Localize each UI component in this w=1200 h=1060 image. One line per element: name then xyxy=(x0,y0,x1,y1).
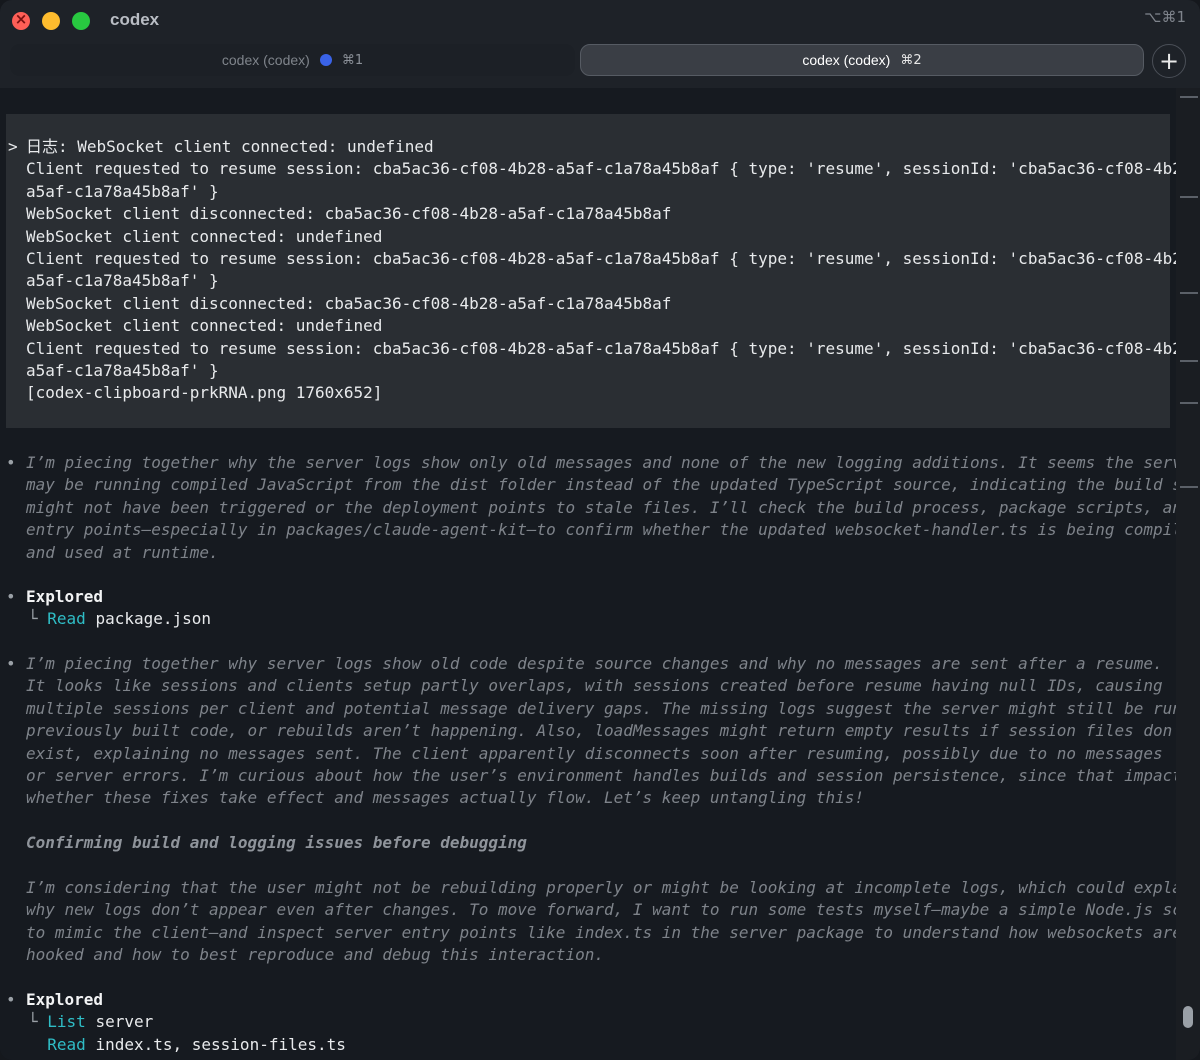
prompt-line: WebSocket client disconnected: cba5ac36-… xyxy=(26,204,672,224)
tab-label: codex (codex) xyxy=(802,52,891,68)
prompt-line: [codex-clipboard-prkRNA.png 1760x652] xyxy=(26,383,383,403)
tool-action: Read xyxy=(47,609,86,629)
user-prompt-block: > 日志: WebSocket client connected: undefi… xyxy=(6,114,1176,428)
reasoning-line: I’m piecing together why server logs sho… xyxy=(26,654,1163,673)
tool-target: server xyxy=(95,1012,154,1032)
new-tab-button[interactable]: + xyxy=(1152,44,1186,78)
reasoning-line: and used at runtime. xyxy=(26,542,219,562)
close-window-button[interactable] xyxy=(12,10,30,30)
tab-shortcut: ⌘2 xyxy=(900,52,922,68)
title-bar: codex ⌥⌘1 codex (codex) ⌘1 codex (codex)… xyxy=(0,0,1200,88)
reasoning-line: why new logs don’t appear even after cha… xyxy=(26,900,1176,920)
prompt-line: WebSocket client connected: undefined xyxy=(26,226,383,246)
terminal-output[interactable]: > 日志: WebSocket client connected: undefi… xyxy=(0,88,1176,1060)
reasoning-line: I’m piecing together why the server logs… xyxy=(26,453,1176,472)
scroll-marker xyxy=(1180,402,1198,404)
reasoning-line: multiple sessions per client and potenti… xyxy=(26,698,1176,718)
tree-branch-icon: └ xyxy=(28,1012,38,1032)
reasoning-line: may be running compiled JavaScript from … xyxy=(26,475,1176,495)
tool-target: package.json xyxy=(95,609,212,629)
reasoning-line: entry points—especially in packages/clau… xyxy=(26,520,1176,540)
reasoning-heading: Confirming build and logging issues befo… xyxy=(26,833,527,853)
scrollbar-track[interactable] xyxy=(1176,88,1200,1060)
prompt-line: Client requested to resume session: cba5… xyxy=(26,338,1176,358)
reasoning-line: I’m considering that the user might not … xyxy=(26,878,1176,897)
reasoning-line: whether these fixes take effect and mess… xyxy=(26,788,865,808)
prompt-line: Client requested to resume session: cba5… xyxy=(26,159,1176,179)
tree-branch-icon: └ xyxy=(28,609,38,629)
prompt-line: a5af-c1a78a45b8af' } xyxy=(26,271,219,291)
reasoning-line: previously built code, or rebuilds aren’… xyxy=(26,721,1176,741)
prompt-line: Client requested to resume session: cba5… xyxy=(26,249,1176,268)
window-title: codex xyxy=(110,10,160,29)
bullet-icon: • xyxy=(6,654,16,673)
prompt-line: WebSocket client disconnected: cba5ac36-… xyxy=(26,293,672,313)
tool-call-row: └ Read package.json xyxy=(28,608,211,630)
tool-call-row: └ List server xyxy=(28,1011,153,1033)
bullet-icon: • xyxy=(6,587,16,606)
reasoning-line: or server errors. I’m curious about how … xyxy=(26,766,1176,785)
prompt-line: WebSocket client connected: undefined xyxy=(26,316,383,336)
tab-codex-1[interactable]: codex (codex) ⌘1 xyxy=(10,44,575,76)
minimize-window-button[interactable] xyxy=(42,12,60,30)
tool-target: index.ts, session-files.ts xyxy=(95,1034,346,1054)
bullet-icon: • xyxy=(6,453,16,472)
scroll-marker xyxy=(1180,196,1198,198)
prompt-caret: > xyxy=(8,137,18,156)
tool-call-row: Read index.ts, session-files.ts xyxy=(28,1034,346,1056)
window-shortcut: ⌥⌘1 xyxy=(1144,8,1186,26)
scroll-marker xyxy=(1180,486,1198,488)
prompt-line: 日志: WebSocket client connected: undefine… xyxy=(26,137,434,156)
reasoning-line: to mimic the client—and inspect server e… xyxy=(26,922,1176,942)
tab-label: codex (codex) xyxy=(221,52,310,68)
explored-title: Explored xyxy=(26,587,104,606)
terminal-window: codex ⌥⌘1 codex (codex) ⌘1 codex (codex)… xyxy=(0,0,1200,1060)
scroll-marker xyxy=(1180,292,1198,294)
zoom-window-button[interactable] xyxy=(72,12,90,30)
tab-activity-indicator xyxy=(319,54,332,66)
tool-action: Read xyxy=(47,1034,86,1054)
scroll-marker xyxy=(1180,96,1198,98)
bullet-icon: • xyxy=(6,990,16,1009)
prompt-line: a5af-c1a78a45b8af' } xyxy=(26,181,219,201)
scroll-marker xyxy=(1180,360,1198,362)
scrollbar-thumb[interactable] xyxy=(1183,1006,1193,1028)
tab-codex-2[interactable]: codex (codex) ⌘2 xyxy=(580,44,1144,76)
tool-action: List xyxy=(47,1012,86,1032)
reasoning-line: might not have been triggered or the dep… xyxy=(26,497,1176,517)
tab-shortcut: ⌘1 xyxy=(341,52,364,68)
reasoning-line: exist, explaining no messages sent. The … xyxy=(26,743,1163,763)
prompt-line: a5af-c1a78a45b8af' } xyxy=(26,361,219,380)
reasoning-line: hooked and how to best reproduce and deb… xyxy=(26,945,604,965)
reasoning-line: It looks like sessions and clients setup… xyxy=(26,676,1163,696)
explored-title: Explored xyxy=(26,990,104,1009)
